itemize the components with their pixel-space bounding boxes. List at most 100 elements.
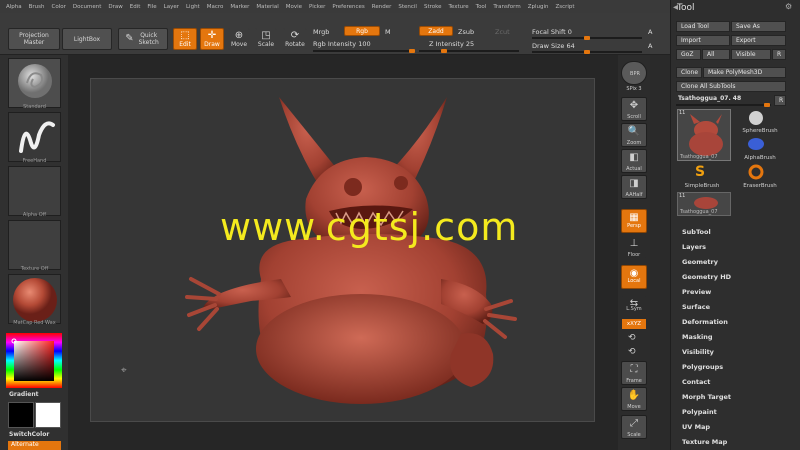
brush-thumbnail[interactable]	[8, 58, 61, 108]
section-visibility[interactable]: Visibility	[682, 348, 714, 356]
texture-thumbnail[interactable]	[8, 220, 61, 270]
simple-brush-icon[interactable]: S	[695, 164, 705, 180]
focal-shift-slider[interactable]	[532, 36, 642, 40]
zadd-toggle[interactable]: Zadd	[419, 26, 453, 36]
goz-visible-button[interactable]: Visible	[731, 49, 771, 60]
bpr-button[interactable]: BPR	[621, 61, 647, 85]
clone-button[interactable]: Clone	[676, 67, 702, 78]
menu-item-edit[interactable]: Edit	[130, 4, 141, 10]
material-thumbnail[interactable]	[8, 274, 61, 324]
zsub-toggle[interactable]: Zsub	[458, 28, 474, 36]
palette-settings-icon[interactable]: ⚙	[785, 2, 792, 11]
rotate-z-icon[interactable]: ⟲	[628, 347, 636, 357]
sphere-brush-item[interactable]	[747, 110, 765, 128]
section-deformation[interactable]: Deformation	[682, 318, 728, 326]
local-button[interactable]: ◉	[621, 265, 647, 289]
rgb-intensity-handle[interactable]	[409, 49, 415, 53]
mrgb-toggle[interactable]: Mrgb	[313, 28, 329, 36]
current-tool-slider[interactable]	[676, 103, 771, 107]
menu-item-render[interactable]: Render	[372, 4, 392, 10]
make-polymesh-button[interactable]: Make PolyMesh3D	[703, 67, 786, 78]
section-texture-map[interactable]: Texture Map	[682, 438, 727, 446]
menu-item-file[interactable]: File	[147, 4, 156, 10]
menu-item-stencil[interactable]: Stencil	[398, 4, 417, 10]
menu-item-zplugin[interactable]: Zplugin	[528, 4, 549, 10]
spix-slider[interactable]: SPix 3	[618, 86, 650, 92]
z-intensity-handle[interactable]	[441, 49, 447, 53]
menu-item-zscript[interactable]: Zscript	[555, 4, 574, 10]
section-polygroups[interactable]: Polygroups	[682, 363, 723, 371]
menu-item-layer[interactable]: Layer	[164, 4, 179, 10]
switch-color-button[interactable]: SwitchColor	[9, 431, 49, 438]
current-tool-r-button[interactable]: R	[774, 95, 786, 106]
menu-item-marker[interactable]: Marker	[230, 4, 249, 10]
alpha-thumbnail[interactable]	[8, 166, 61, 216]
color-picker[interactable]	[6, 333, 62, 388]
menu-item-preferences[interactable]: Preferences	[332, 4, 364, 10]
menu-item-texture[interactable]: Texture	[449, 4, 469, 10]
menu-item-color[interactable]: Color	[52, 4, 66, 10]
menu-item-transform[interactable]: Transform	[493, 4, 520, 10]
rgb-toggle[interactable]: Rgb	[344, 26, 380, 36]
alpha-brush-item[interactable]	[747, 136, 765, 154]
goz-button[interactable]: GoZ	[676, 49, 701, 60]
quick-sketch-button[interactable]: ✎ Quick Sketch	[118, 28, 168, 50]
rgb-intensity-slider[interactable]	[313, 49, 415, 53]
draw-size-handle[interactable]	[584, 50, 590, 54]
z-intensity-slider[interactable]	[419, 49, 519, 53]
draw-size-slider[interactable]	[532, 50, 642, 54]
section-layers[interactable]: Layers	[682, 243, 706, 251]
section-contact[interactable]: Contact	[682, 378, 710, 386]
m-toggle[interactable]: M	[385, 28, 391, 36]
menu-item-draw[interactable]: Draw	[108, 4, 122, 10]
section-uv-map[interactable]: UV Map	[682, 423, 710, 431]
save-as-button[interactable]: Save As	[731, 21, 786, 32]
eraser-brush-item[interactable]	[747, 164, 765, 182]
load-tool-button[interactable]: Load Tool	[676, 21, 730, 32]
menu-item-stroke[interactable]: Stroke	[424, 4, 442, 10]
dynamic-toggle-a2[interactable]: A	[648, 42, 652, 50]
zcut-toggle[interactable]: Zcut	[495, 28, 510, 36]
persp-button[interactable]: ▦	[621, 209, 647, 233]
scale-button[interactable]: ◳ Scale	[255, 28, 277, 50]
menu-item-alpha[interactable]: Alpha	[6, 4, 22, 10]
menu-item-material[interactable]: Material	[256, 4, 278, 10]
focal-shift-handle[interactable]	[584, 36, 590, 40]
menu-item-tool[interactable]: Tool	[476, 4, 487, 10]
rotate-button[interactable]: ⟳ Rotate	[283, 28, 307, 50]
draw-button[interactable]: ✛ Draw	[200, 28, 224, 50]
lightbox-button[interactable]: LightBox	[62, 28, 112, 50]
menu-item-brush[interactable]: Brush	[29, 4, 45, 10]
import-button[interactable]: Import	[676, 35, 730, 46]
document-viewport[interactable]: ⌖	[90, 78, 595, 422]
move-button[interactable]: ⊕ Move	[228, 28, 250, 50]
rotate-y-icon[interactable]: ⟲	[628, 333, 636, 343]
current-tool-handle[interactable]	[764, 103, 770, 107]
export-button[interactable]: Export	[731, 35, 786, 46]
menu-item-light[interactable]: Light	[186, 4, 200, 10]
projection-master-button[interactable]: Projection Master	[8, 28, 60, 50]
menu-item-document[interactable]: Document	[73, 4, 102, 10]
goz-r-button[interactable]: R	[772, 49, 786, 60]
menu-item-movie[interactable]: Movie	[286, 4, 302, 10]
section-polypaint[interactable]: Polypaint	[682, 408, 717, 416]
menu-item-picker[interactable]: Picker	[309, 4, 325, 10]
gradient-label[interactable]: Gradient	[9, 391, 39, 398]
section-morph-target[interactable]: Morph Target	[682, 393, 731, 401]
xyz-button[interactable]: xXYZ	[622, 319, 646, 329]
section-geometry[interactable]: Geometry	[682, 258, 718, 266]
goz-all-button[interactable]: All	[702, 49, 730, 60]
secondary-color-swatch[interactable]	[35, 402, 61, 428]
clone-all-subtools-button[interactable]: Clone All SubTools	[676, 81, 786, 92]
edit-button[interactable]: ⬚ Edit	[173, 28, 197, 50]
dynamic-toggle-a1[interactable]: A	[648, 28, 652, 36]
main-color-swatch[interactable]	[8, 402, 34, 428]
section-preview[interactable]: Preview	[682, 288, 711, 296]
alternate-button[interactable]: Alternate	[8, 441, 61, 450]
section-geometry-hd[interactable]: Geometry HD	[682, 273, 731, 281]
section-masking[interactable]: Masking	[682, 333, 713, 341]
stroke-thumbnail[interactable]	[8, 112, 61, 162]
menu-item-macro[interactable]: Macro	[207, 4, 224, 10]
section-subtool[interactable]: SubTool	[682, 228, 711, 236]
section-surface[interactable]: Surface	[682, 303, 710, 311]
